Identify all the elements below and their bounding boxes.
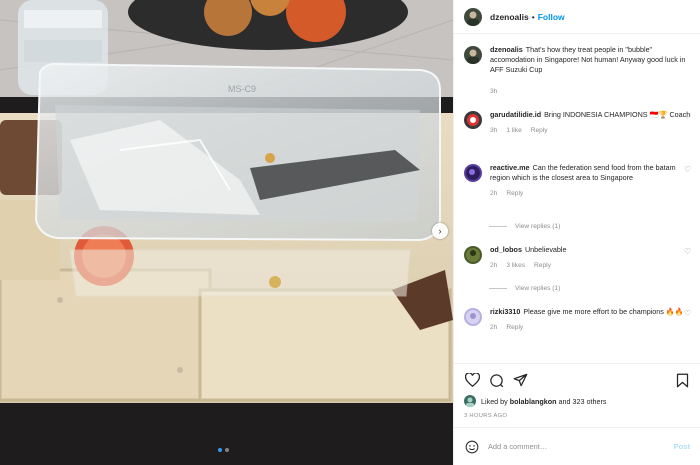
comment-likes[interactable]: 1 like [506, 126, 521, 136]
comment-text: Bring INDONESIA CHAMPIONS 🇮🇩🏆 Coach [544, 110, 691, 119]
heart-icon[interactable]: ♡ [684, 248, 692, 256]
photo-image: MS-C9 [0, 0, 453, 465]
post-side-panel: dzenoalis • Follow dzenoalis That's how t… [453, 0, 700, 465]
comment-item: reactive.me Can the federation send food … [464, 163, 692, 200]
likes-suffix[interactable]: and 323 others [559, 397, 607, 406]
comment-username[interactable]: reactive.me [490, 163, 530, 172]
comment-likes[interactable]: 3 likes [506, 261, 525, 271]
carousel-dot-active [218, 448, 222, 452]
caption-time[interactable]: 3h [490, 87, 497, 97]
bookmark-icon[interactable] [674, 372, 690, 388]
follow-button[interactable]: Follow [538, 12, 565, 22]
commenter-avatar[interactable] [464, 308, 482, 326]
comment-bubble-icon[interactable] [488, 372, 504, 388]
caption-username[interactable]: dzenoalis [490, 45, 523, 54]
post-comment-button[interactable]: Post [674, 442, 690, 451]
commenter-avatar[interactable] [464, 246, 482, 264]
reply-button[interactable]: Reply [506, 189, 523, 199]
post-caption: dzenoalis That's how they treat people in… [464, 45, 692, 97]
commenter-avatar[interactable] [464, 111, 482, 129]
chevron-right-icon[interactable]: › [432, 223, 448, 239]
comment-text: Unbelievable [524, 245, 567, 254]
view-replies-label: View replies (1) [515, 223, 561, 230]
comments-list[interactable]: dzenoalis That's how they treat people in… [454, 36, 700, 362]
reply-button[interactable]: Reply [531, 126, 548, 136]
comment-text: Please give me more effort to be champio… [523, 307, 684, 316]
view-replies-button[interactable]: View replies (1) [489, 223, 560, 230]
comment-item: rizki3310 Please give me more effort to b… [464, 307, 692, 333]
header-separator: • [531, 11, 535, 22]
share-send-icon[interactable] [512, 372, 528, 388]
comment-time[interactable]: 2h [490, 261, 497, 271]
emoji-smiley-icon[interactable] [464, 439, 480, 455]
heart-icon[interactable]: ♡ [684, 113, 692, 121]
commenter-avatar[interactable] [464, 164, 482, 182]
post-timestamp[interactable]: 3 HOURS AGO [464, 413, 507, 419]
comment-input[interactable] [488, 442, 674, 451]
view-replies-label: View replies (1) [515, 285, 561, 292]
view-replies-button[interactable]: View replies (1) [489, 285, 560, 292]
reply-button[interactable]: Reply [534, 261, 551, 271]
replies-divider [489, 226, 507, 227]
author-avatar[interactable] [464, 46, 482, 64]
post-photo[interactable]: MS-C9 › [0, 0, 453, 465]
heart-icon[interactable]: ♡ [684, 166, 692, 174]
comment-time[interactable]: 3h [490, 126, 497, 136]
comment-username[interactable]: od_lobos [490, 245, 522, 254]
liker-username[interactable]: bolablangkon [510, 397, 557, 406]
author-avatar[interactable] [464, 7, 482, 26]
comment-username[interactable]: rizki3310 [490, 307, 520, 316]
add-comment-bar: Post [454, 427, 700, 465]
reply-button[interactable]: Reply [506, 323, 523, 333]
post-header: dzenoalis • Follow [454, 0, 700, 34]
post-actions [454, 363, 700, 396]
carousel-dots [218, 448, 229, 452]
comment-time[interactable]: 2h [490, 189, 497, 199]
author-username[interactable]: dzenoalis [490, 12, 529, 22]
like-heart-icon[interactable] [464, 372, 480, 388]
liker-avatar[interactable] [464, 395, 476, 407]
carousel-dot [225, 448, 229, 452]
replies-divider [489, 288, 507, 289]
comment-item: od_lobos Unbelievable 2h 3 likes Reply ♡ [464, 245, 692, 271]
heart-icon[interactable]: ♡ [684, 310, 692, 318]
comment-item: garudatilidie.id Bring INDONESIA CHAMPION… [464, 110, 692, 136]
likes-prefix: Liked by [481, 396, 508, 406]
comment-username[interactable]: garudatilidie.id [490, 110, 541, 119]
likes-summary[interactable]: Liked by bolablangkon and 323 others [464, 395, 606, 407]
comment-time[interactable]: 2h [490, 323, 497, 333]
container-label: MS-C9 [228, 84, 256, 94]
